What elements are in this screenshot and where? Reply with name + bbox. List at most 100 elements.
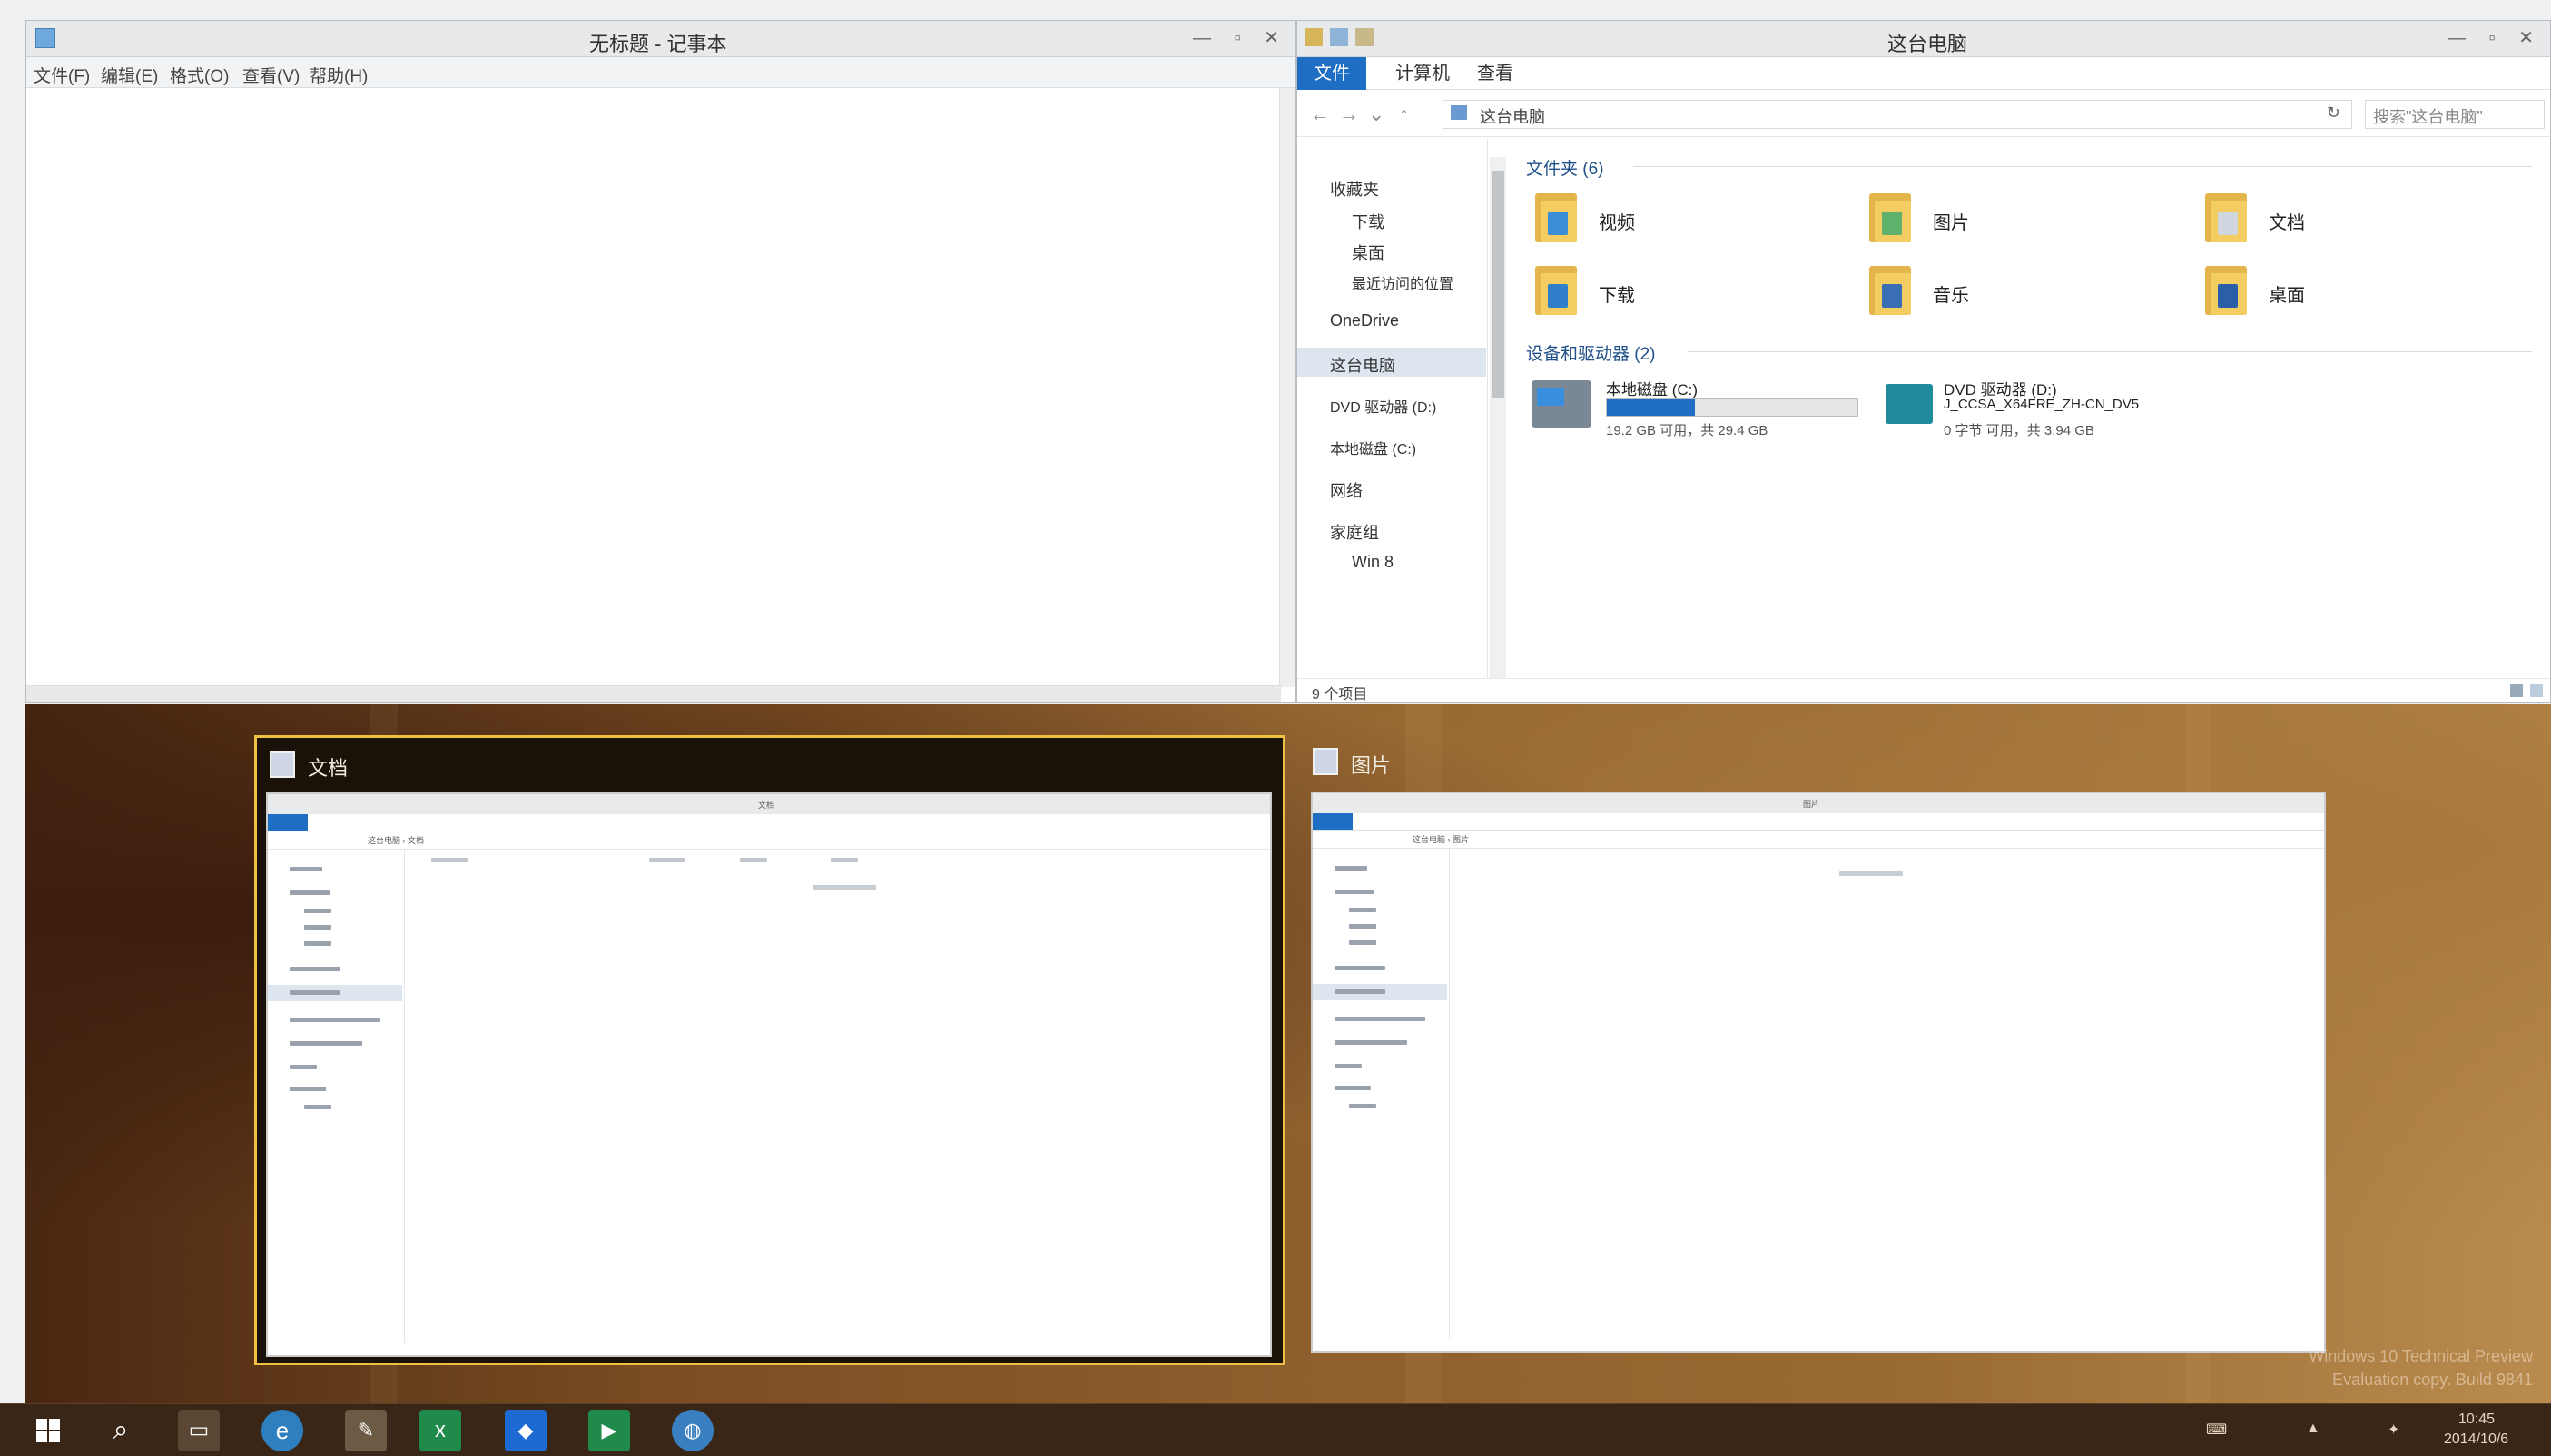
folder-label[interactable]: 视频: [1599, 208, 1635, 234]
properties-icon[interactable]: [1330, 28, 1348, 46]
drive-d-free-space: 0 字节 可用，共 3.94 GB: [1944, 423, 2094, 438]
paint-icon[interactable]: ✎: [345, 1410, 387, 1451]
watermark-line-1: Windows 10 Technical Preview: [2309, 1347, 2533, 1365]
drive-c-usage-fill: [1607, 399, 1695, 416]
store-icon[interactable]: ◆: [505, 1410, 547, 1451]
desktop-folder-icon[interactable]: [2205, 266, 2247, 315]
mini-titlebar: 图片: [1313, 793, 2324, 814]
nav-item-downloads[interactable]: 下载: [1352, 210, 1384, 233]
folder-label[interactable]: 下载: [1599, 280, 1635, 307]
menu-file[interactable]: 文件(F): [34, 63, 90, 87]
drive-c-name[interactable]: 本地磁盘 (C:): [1606, 377, 1698, 399]
volume-icon[interactable]: ▲: [2306, 1421, 2320, 1437]
ribbon-tabs: 文件 计算机 查看: [1297, 57, 2550, 90]
tab-file[interactable]: 文件: [1297, 57, 1366, 90]
nav-item-favorites[interactable]: 收藏夹: [1330, 177, 1379, 201]
explorer-app-icon: [1313, 748, 1338, 775]
details-view-icon[interactable]: [2510, 684, 2523, 697]
notepad-icon: [35, 28, 55, 48]
mini-address-bar: 这台电脑 › 图片: [1313, 830, 2324, 849]
folder-label[interactable]: 桌面: [2269, 280, 2305, 307]
address-row: ← → ⌄ ↑ 这台电脑 ↻ 搜索"这台电脑": [1297, 92, 2550, 137]
hard-drive-icon[interactable]: [1532, 380, 1591, 428]
notification-icon[interactable]: ✦: [2388, 1421, 2399, 1439]
explorer-app-icon: [270, 751, 295, 778]
back-icon[interactable]: ←: [1310, 103, 1330, 126]
navigation-pane: 收藏夹 下载 桌面 最近访问的位置 OneDrive 这台电脑 DVD 驱动器 …: [1297, 139, 1488, 682]
mini-ribbon-tabs: [268, 814, 1270, 831]
drive-d-volume-label: J_CCSA_X64FRE_ZH-CN_DV5: [1944, 397, 2140, 412]
window-controls[interactable]: — ▫ ✕: [1193, 26, 1288, 49]
downloads-folder-icon[interactable]: [1535, 266, 1577, 315]
search-box[interactable]: 搜索"这台电脑": [2365, 100, 2545, 129]
mini-address-bar: 这台电脑 › 文档: [268, 831, 1270, 850]
watermark-line-2: Evaluation copy. Build 9841: [2332, 1371, 2533, 1389]
nav-item-homegroup[interactable]: 家庭组: [1330, 520, 1379, 544]
notepad-title: 无标题 - 记事本: [589, 33, 727, 55]
nav-item-onedrive[interactable]: OneDrive: [1330, 311, 1399, 330]
network-icon[interactable]: ◍: [672, 1410, 714, 1451]
menu-help[interactable]: 帮助(H): [310, 63, 368, 87]
task-view-thumbnail-pictures[interactable]: 图片 图片 这台电脑 › 图片: [1307, 735, 2333, 1365]
recent-locations-icon[interactable]: ⌄: [1368, 103, 1384, 126]
notepad-vertical-scrollbar[interactable]: [1279, 88, 1295, 687]
notepad-horizontal-scrollbar[interactable]: [26, 685, 1281, 702]
section-divider: [1688, 351, 2532, 352]
nav-item-network[interactable]: 网络: [1330, 478, 1363, 502]
dvd-drive-icon[interactable]: [1886, 384, 1933, 424]
nav-item-local-disk[interactable]: 本地磁盘 (C:): [1330, 437, 1416, 458]
nav-item-dvd-drive[interactable]: DVD 驱动器 (D:): [1330, 395, 1436, 417]
menu-edit[interactable]: 编辑(E): [101, 63, 158, 87]
folder-label[interactable]: 音乐: [1933, 280, 1969, 307]
up-icon[interactable]: ↑: [1399, 103, 1409, 126]
mini-title: 文档: [758, 801, 775, 810]
new-folder-icon[interactable]: [1355, 28, 1374, 46]
tab-view[interactable]: 查看: [1461, 57, 1530, 90]
quick-access-toolbar[interactable]: [1305, 28, 1377, 48]
media-icon[interactable]: ▶: [588, 1410, 630, 1451]
mini-path: 这台电脑 › 文档: [368, 836, 424, 845]
nav-item-win8[interactable]: Win 8: [1352, 553, 1394, 572]
taskbar: ⌕ ▭ e ✎ x ◆ ▶ ◍ ⌨ ▲ ✦ 10:45 2014/10/6: [0, 1403, 2551, 1456]
notepad-window[interactable]: 无标题 - 记事本 — ▫ ✕ 文件(F) 编辑(E) 格式(O) 查看(V) …: [25, 20, 1296, 703]
mini-path: 这台电脑 › 图片: [1413, 835, 1469, 844]
task-view-thumbnail-documents[interactable]: 文档 文档 这台电脑 › 文档: [254, 735, 1285, 1365]
pictures-folder-icon[interactable]: [1869, 193, 1911, 242]
tab-computer[interactable]: 计算机: [1379, 57, 1466, 90]
folder-label[interactable]: 图片: [1933, 208, 1969, 234]
nav-item-desktop[interactable]: 桌面: [1352, 241, 1384, 264]
menu-format[interactable]: 格式(O): [170, 63, 229, 87]
task-view-icon[interactable]: ▭: [178, 1410, 220, 1451]
search-icon[interactable]: ⌕: [100, 1410, 142, 1451]
mini-titlebar: 文档: [268, 794, 1270, 815]
large-icons-view-icon[interactable]: [2530, 684, 2543, 697]
excel-icon[interactable]: x: [419, 1410, 461, 1451]
videos-folder-icon[interactable]: [1535, 193, 1577, 242]
mini-navigation-pane: [1313, 848, 1450, 1338]
navigation-scrollbar-thumb[interactable]: [1492, 171, 1504, 398]
notepad-menubar: 文件(F) 编辑(E) 格式(O) 查看(V) 帮助(H): [26, 57, 1295, 88]
explorer-window[interactable]: 这台电脑 — ▫ ✕ 文件 计算机 查看 ← → ⌄ ↑ 这台电脑 ↻ 搜索"这…: [1296, 20, 2551, 703]
documents-folder-icon[interactable]: [2205, 193, 2247, 242]
address-bar[interactable]: 这台电脑 ↻: [1443, 100, 2352, 129]
clock-time[interactable]: 10:45: [2458, 1412, 2495, 1428]
start-icon[interactable]: [27, 1410, 69, 1451]
music-folder-icon[interactable]: [1869, 266, 1911, 315]
nav-item-this-pc[interactable]: 这台电脑: [1330, 353, 1395, 377]
nav-item-recent[interactable]: 最近访问的位置: [1352, 271, 1453, 293]
thumbnail-window-preview: 文档 这台电脑 › 文档: [266, 792, 1272, 1357]
mini-ribbon-tabs: [1313, 813, 2324, 831]
keyboard-icon[interactable]: ⌨: [2206, 1421, 2227, 1439]
explorer-titlebar[interactable]: 这台电脑 — ▫ ✕: [1297, 21, 2550, 57]
menu-view[interactable]: 查看(V): [242, 63, 300, 87]
refresh-icon[interactable]: ↻: [2327, 103, 2340, 123]
forward-icon[interactable]: →: [1339, 103, 1359, 126]
devices-section-header[interactable]: 设备和驱动器 (2): [1526, 340, 1656, 365]
clock-date[interactable]: 2014/10/6: [2444, 1431, 2508, 1448]
folders-section-header[interactable]: 文件夹 (6): [1526, 155, 1604, 180]
window-controls[interactable]: — ▫ ✕: [2448, 26, 2543, 49]
folder-label[interactable]: 文档: [2269, 208, 2305, 234]
notepad-text-area[interactable]: [26, 88, 1279, 702]
internet-explorer-icon[interactable]: e: [261, 1410, 303, 1451]
notepad-titlebar[interactable]: 无标题 - 记事本 — ▫ ✕: [26, 21, 1295, 57]
